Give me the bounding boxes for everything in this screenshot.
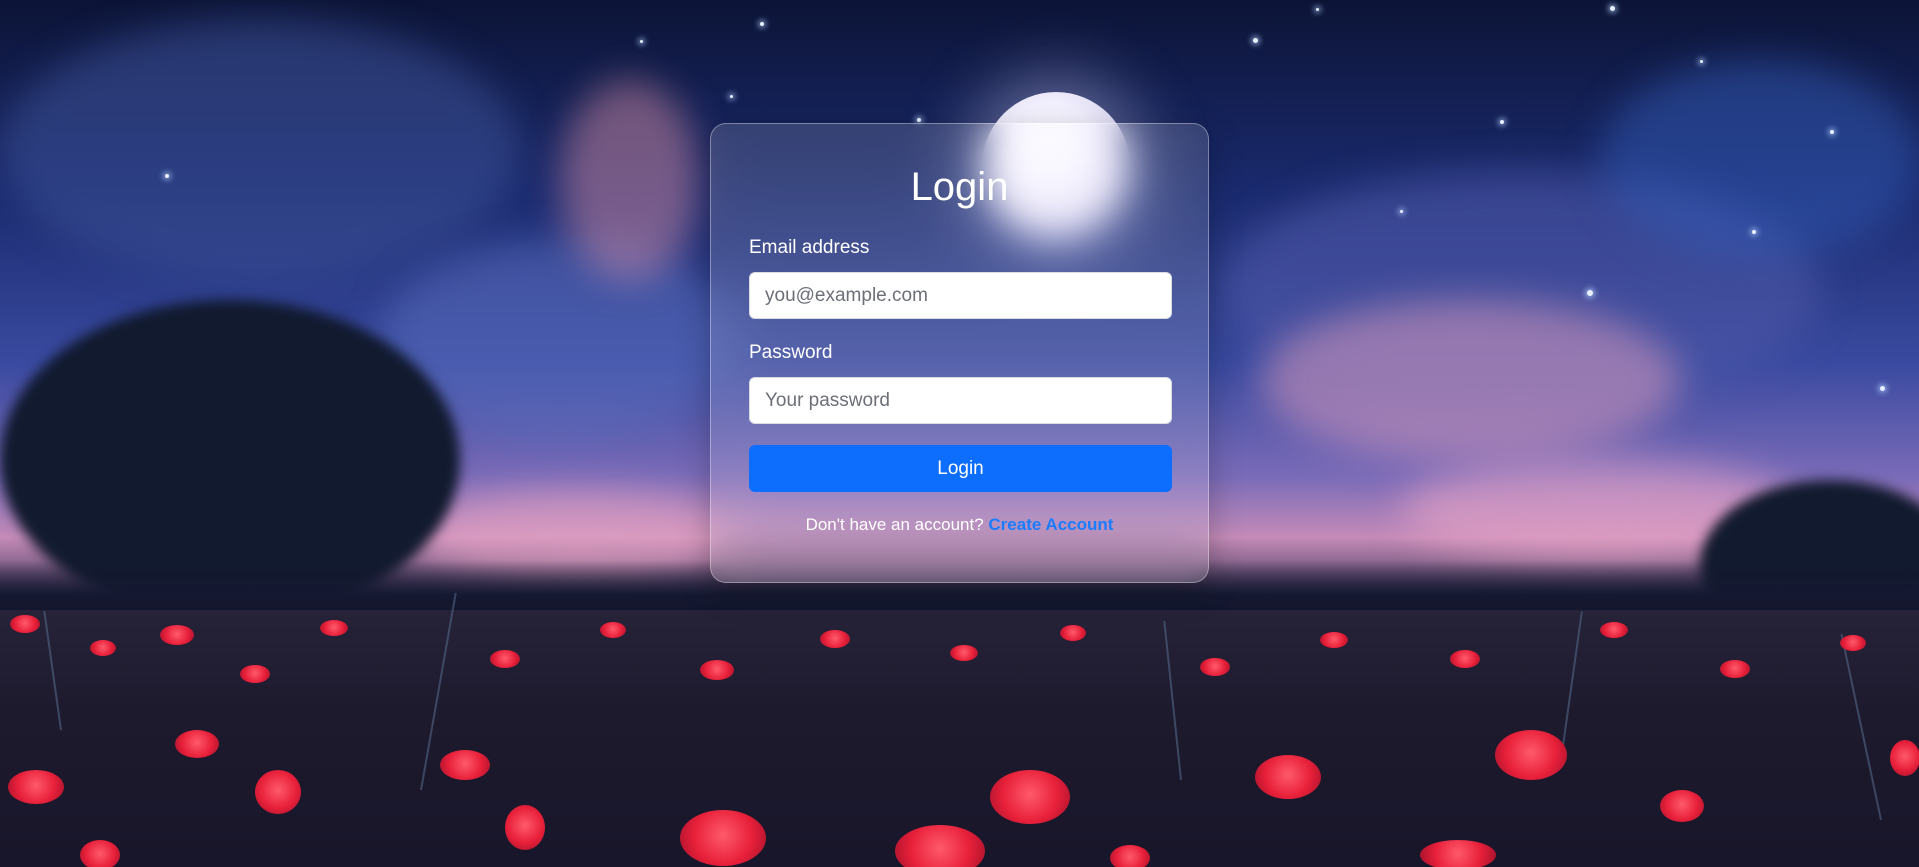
login-title: Login (910, 165, 1009, 209)
email-label: Email address (749, 237, 870, 258)
create-account-link[interactable]: Create Account (988, 515, 1113, 534)
login-page: Login Email address Password Login Don't… (0, 0, 1919, 867)
password-field[interactable] (749, 377, 1172, 424)
login-card: Login Email address Password Login Don't… (710, 123, 1209, 583)
login-button[interactable]: Login (749, 445, 1172, 492)
signup-prompt-text: Don't have an account? (805, 515, 984, 534)
email-field[interactable] (749, 272, 1172, 319)
signup-prompt-row: Don't have an account? Create Account (749, 514, 1170, 536)
password-label: Password (749, 342, 833, 363)
poppy-field (0, 592, 1919, 867)
